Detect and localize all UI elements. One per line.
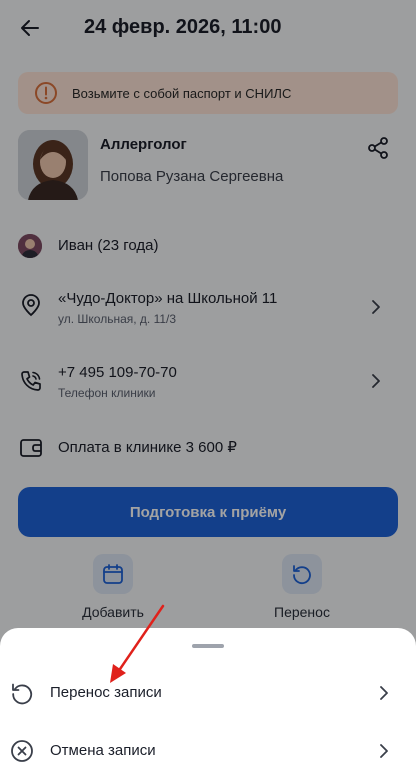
reschedule-icon [10, 681, 34, 705]
bottom-sheet: Перенос записи Отмена записи [0, 628, 416, 772]
sheet-item-cancel-label: Отмена записи [50, 742, 156, 759]
sheet-item-cancel[interactable]: Отмена записи [0, 724, 416, 772]
chevron-right-icon [376, 685, 392, 701]
sheet-item-reschedule[interactable]: Перенос записи [0, 666, 416, 720]
chevron-right-icon [376, 743, 392, 759]
sheet-item-reschedule-label: Перенос записи [50, 684, 162, 701]
sheet-drag-handle[interactable] [192, 644, 224, 648]
cancel-circle-icon [10, 739, 34, 763]
